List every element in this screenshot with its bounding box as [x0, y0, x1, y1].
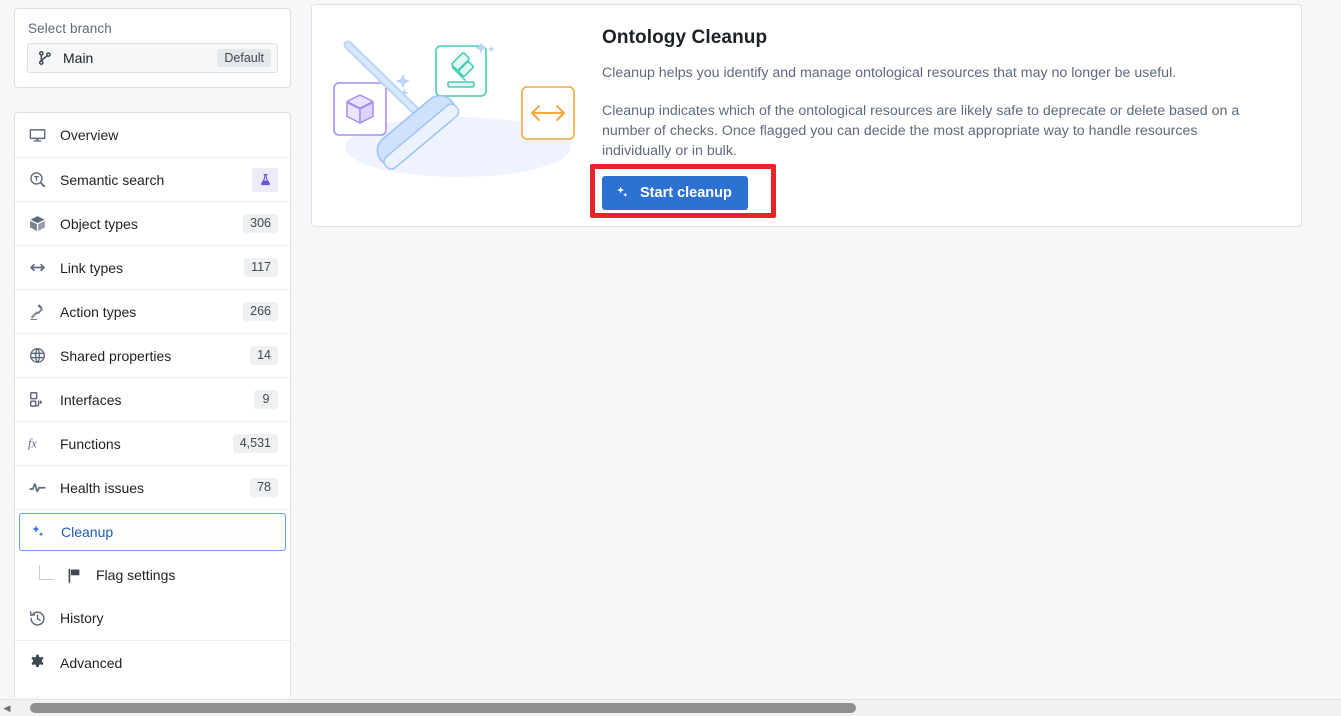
sidebar-item-count: 306	[243, 214, 278, 233]
fx-icon: fx	[28, 435, 46, 453]
sidebar-item-health-issues[interactable]: Health issues 78	[15, 465, 290, 509]
branch-name: Main	[63, 50, 94, 66]
sidebar-item-cleanup[interactable]: Cleanup	[19, 513, 286, 551]
flask-icon	[252, 167, 278, 192]
sidebar-item-shared-properties[interactable]: Shared properties 14	[15, 333, 290, 377]
sidebar-item-history[interactable]: History	[15, 596, 290, 640]
history-icon	[28, 609, 46, 627]
branch-select-control[interactable]: Main Default	[27, 43, 278, 73]
page-title: Ontology Cleanup	[602, 27, 768, 48]
cleanup-illustration	[312, 5, 602, 191]
sidebar-item-label: Object types	[60, 215, 138, 232]
gear-icon	[28, 654, 46, 672]
sidebar-item-label: History	[60, 610, 104, 626]
sidebar-item-action-types[interactable]: Action types 266	[15, 289, 290, 333]
branch-default-tag: Default	[217, 48, 271, 68]
sidebar-nav-panel: Overview Semantic search Object types 30…	[14, 112, 291, 704]
ontology-cleanup-card: Ontology Cleanup Cleanup helps you ident…	[311, 4, 1302, 227]
sidebar-item-count: 9	[254, 390, 278, 409]
branch-selector-panel: Select branch Main Default	[14, 8, 291, 88]
interface-icon	[28, 391, 46, 409]
svg-text:fx: fx	[28, 437, 37, 451]
desktop-icon	[28, 126, 46, 144]
sidebar-item-label: Health issues	[60, 479, 145, 496]
sparkle-icon	[29, 523, 47, 541]
sidebar-item-label: Cleanup	[61, 524, 114, 540]
gavel-icon	[28, 303, 46, 321]
sidebar-item-flag-settings[interactable]: Flag settings	[15, 554, 290, 596]
start-cleanup-button[interactable]: Start cleanup	[602, 176, 748, 210]
cleanup-paragraph-1: Cleanup helps you identify and manage on…	[602, 65, 1177, 81]
sidebar: Select branch Main Default Overview Sema…	[0, 0, 305, 704]
sidebar-item-label: Advanced	[60, 654, 123, 671]
sidebar-item-link-types[interactable]: Link types 117	[15, 245, 290, 289]
search-text-icon	[28, 171, 46, 189]
main-content: Ontology Cleanup Cleanup helps you ident…	[305, 0, 1341, 704]
sidebar-item-label: Functions	[60, 435, 121, 452]
start-cleanup-label: Start cleanup	[640, 185, 732, 201]
pulse-icon	[28, 479, 46, 497]
sidebar-item-count: 117	[244, 258, 278, 277]
arrows-horizontal-icon	[28, 259, 46, 277]
cube-icon	[28, 215, 46, 233]
sparkle-icon	[615, 185, 631, 201]
sidebar-item-advanced[interactable]: Advanced	[15, 640, 290, 684]
sidebar-item-label: Link types	[60, 259, 124, 276]
flag-icon	[65, 566, 83, 584]
sidebar-item-label: Shared properties	[60, 347, 172, 364]
sidebar-item-count: 266	[243, 302, 278, 321]
sidebar-item-overview[interactable]: Overview	[15, 113, 290, 157]
sidebar-item-label: Semantic search	[60, 171, 165, 188]
sidebar-item-label: Action types	[60, 303, 137, 320]
sidebar-cleanup-group: Cleanup Flag settings	[15, 509, 290, 596]
tree-elbow-line	[39, 565, 54, 580]
sidebar-item-count: 78	[250, 478, 278, 497]
sidebar-item-semantic-search[interactable]: Semantic search	[15, 157, 290, 201]
horizontal-scrollbar[interactable]: ◀	[0, 699, 1341, 716]
sidebar-item-count: 14	[250, 346, 278, 365]
sidebar-item-count: 4,531	[232, 434, 278, 453]
sidebar-item-label: Interfaces	[60, 391, 122, 408]
sidebar-item-object-types[interactable]: Object types 306	[15, 201, 290, 245]
sidebar-item-interfaces[interactable]: Interfaces 9	[15, 377, 290, 421]
horizontal-scrollbar-thumb[interactable]	[30, 703, 856, 713]
sidebar-item-label: Overview	[60, 127, 119, 143]
sidebar-item-functions[interactable]: fx Functions 4,531	[15, 421, 290, 465]
cleanup-text-block: Ontology Cleanup Cleanup helps you ident…	[602, 5, 1301, 210]
sidebar-item-label: Flag settings	[96, 567, 176, 583]
git-branch-icon	[37, 50, 53, 66]
globe-network-icon	[28, 347, 46, 365]
select-branch-label: Select branch	[28, 21, 112, 36]
scroll-left-arrow-icon[interactable]: ◀	[1, 702, 13, 714]
cleanup-paragraph-2: Cleanup indicates which of the ontologic…	[602, 103, 1240, 159]
